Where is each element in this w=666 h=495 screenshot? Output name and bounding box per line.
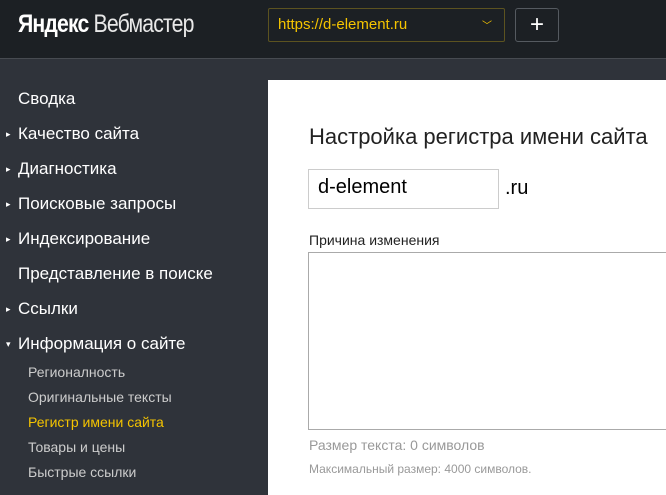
add-site-button[interactable]: + (515, 8, 559, 42)
chevron-down-icon: ﹀ (482, 21, 492, 32)
sidebar-subitem-name-case[interactable]: Регистр имени сайта (28, 414, 164, 430)
page-title: Настройка регистра имени сайта (309, 124, 648, 149)
sidebar-item-diagnostics[interactable]: ▸ Диагностика (6, 159, 117, 179)
sidebar-item-label: Ссылки (18, 299, 78, 318)
logo-product: Вебмастер (93, 10, 195, 38)
logo[interactable]: Яндекс Вебмастер (18, 10, 194, 39)
site-select[interactable]: https://d-element.ru ﹀ (268, 8, 505, 42)
sidebar-item-label: Поисковые запросы (18, 194, 177, 213)
sidebar-item-label: Индексирование (18, 229, 151, 248)
sidebar-item-label: Представление в поиске (18, 264, 213, 283)
sidebar-item-queries[interactable]: ▸ Поисковые запросы (6, 194, 177, 214)
sidebar-subitem-quick-links[interactable]: Быстрые ссылки (28, 464, 136, 480)
header: Яндекс Вебмастер https://d-element.ru ﹀ + (0, 0, 666, 59)
site-url: https://d-element.ru (278, 16, 408, 33)
sidebar-item-indexing[interactable]: ▸ Индексирование (6, 229, 151, 249)
logo-brand: Яндекс (18, 10, 89, 38)
main-panel: Настройка регистра имени сайта d-element… (268, 80, 666, 495)
triangle-right-icon: ▸ (6, 234, 11, 244)
triangle-right-icon: ▸ (6, 304, 11, 314)
sidebar-subitem-products[interactable]: Товары и цены (28, 439, 125, 455)
sidebar-item-summary[interactable]: Сводка (18, 89, 75, 109)
sidebar-item-search-appearance[interactable]: Представление в поиске (18, 264, 213, 284)
sidebar-item-label: Информация о сайте (18, 334, 186, 353)
triangle-right-icon: ▸ (6, 129, 11, 139)
sidebar-subitem-original-texts[interactable]: Оригинальные тексты (28, 389, 172, 405)
sidebar-item-label: Качество сайта (18, 124, 140, 143)
triangle-right-icon: ▸ (6, 164, 11, 174)
triangle-down-icon: ▾ (6, 339, 11, 349)
text-size-counter: Размер текста: 0 символов (309, 437, 485, 453)
max-size-hint: Максимальный размер: 4000 символов. (309, 462, 532, 476)
tld-label: .ru (505, 177, 529, 199)
reason-label: Причина изменения (309, 232, 440, 248)
reason-textarea[interactable] (308, 252, 666, 430)
sidebar-item-label: Диагностика (18, 159, 117, 178)
sidebar-item-links[interactable]: ▸ Ссылки (6, 299, 78, 319)
sidebar-item-label: Сводка (18, 89, 76, 108)
sidebar-item-quality[interactable]: ▸ Качество сайта (6, 124, 140, 144)
triangle-right-icon: ▸ (6, 199, 11, 209)
sidebar-item-site-info[interactable]: ▾ Информация о сайте (6, 334, 186, 354)
site-name-input[interactable]: d-element (308, 169, 499, 209)
sidebar-subitem-regionality[interactable]: Регионалность (28, 364, 125, 380)
